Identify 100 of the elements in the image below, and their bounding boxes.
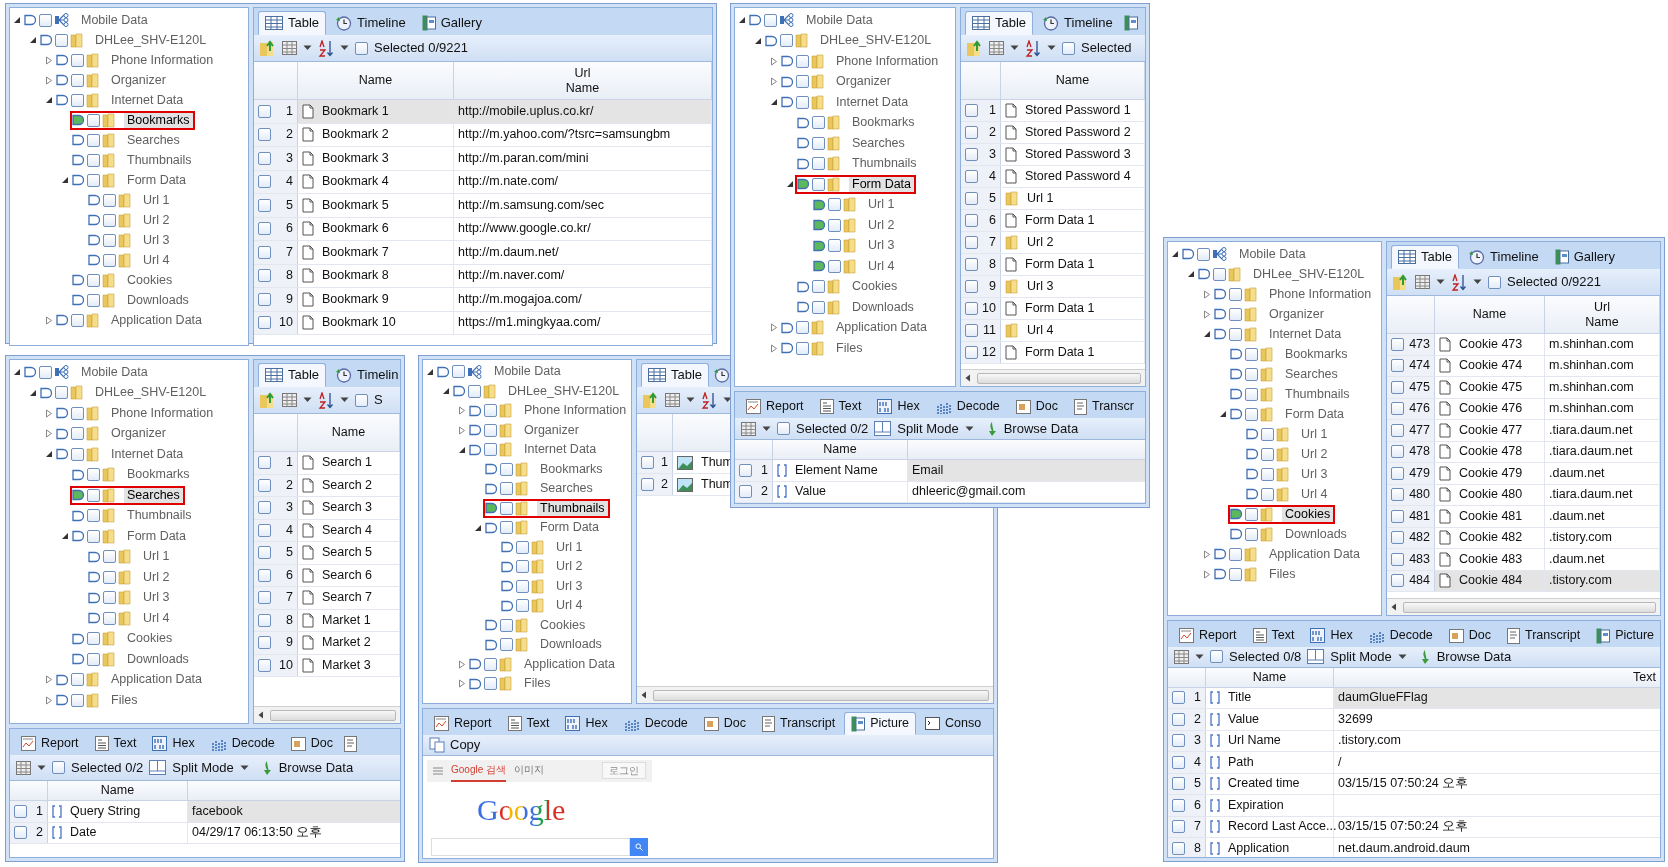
tree-item[interactable]: Downloads	[1282, 526, 1350, 542]
tree-item[interactable]: DHLee_SHV-E120L	[1250, 266, 1368, 282]
checkbox[interactable]	[812, 116, 825, 130]
tree-item[interactable]: Thumbnails	[124, 508, 195, 524]
tree-item[interactable]: Url 4	[140, 252, 173, 268]
checkbox[interactable]	[87, 113, 100, 127]
checkbox[interactable]	[39, 13, 52, 27]
tab[interactable]: Table	[258, 363, 327, 387]
checkbox[interactable]	[103, 591, 116, 605]
tree-item[interactable]: Application Data	[833, 320, 931, 336]
checkbox[interactable]	[71, 406, 84, 420]
checkbox[interactable]	[1391, 552, 1404, 566]
checkbox[interactable]	[52, 761, 65, 774]
horizontal-scrollbar[interactable]	[1387, 598, 1660, 615]
tree-item[interactable]: Downloads	[124, 292, 192, 308]
checkbox[interactable]	[103, 213, 116, 227]
checkbox[interactable]	[641, 478, 654, 491]
checkbox[interactable]	[1229, 567, 1242, 581]
tree-item[interactable]: Application Data	[1266, 546, 1364, 562]
tree-item[interactable]: Thumbnails	[537, 500, 608, 516]
checkbox[interactable]	[355, 393, 368, 407]
tree-item[interactable]: Downloads	[124, 651, 192, 667]
tree-item[interactable]: Mobile Data	[1236, 246, 1309, 262]
tab[interactable]: Table	[641, 363, 710, 387]
checkbox[interactable]	[828, 259, 841, 273]
checkbox[interactable]	[1391, 380, 1404, 394]
folder-up-icon[interactable]	[965, 39, 983, 57]
tree-item[interactable]: DHLee_SHV-E120L	[505, 383, 623, 399]
tree-item[interactable]: Url 4	[140, 610, 173, 626]
caret-icon[interactable]	[37, 764, 46, 771]
checkbox[interactable]	[1391, 337, 1404, 351]
horizontal-scrollbar[interactable]	[961, 369, 1145, 386]
tab[interactable]: Timelin	[328, 363, 400, 387]
tree-item[interactable]: Url 3	[865, 238, 898, 254]
tab[interactable]: Gallery	[1547, 245, 1622, 269]
checkbox[interactable]	[500, 462, 513, 476]
columns-icon[interactable]	[282, 393, 297, 407]
search-field[interactable]	[431, 837, 630, 856]
checkbox[interactable]	[516, 599, 529, 613]
checkbox[interactable]	[1172, 841, 1185, 855]
caret-icon[interactable]	[1436, 279, 1445, 285]
checkbox[interactable]	[87, 133, 100, 147]
tree-item[interactable]: Internet Data	[108, 92, 187, 108]
checkbox[interactable]	[812, 280, 825, 294]
tab[interactable]: Gallery	[414, 11, 489, 35]
tree-item[interactable]: Form Data	[849, 176, 915, 192]
tree-item[interactable]: Phone Information	[108, 405, 217, 421]
checkbox[interactable]	[965, 126, 978, 139]
checkbox[interactable]	[1172, 777, 1185, 791]
collapse-triangle-icon[interactable]	[426, 367, 434, 376]
checkbox[interactable]	[516, 579, 529, 593]
tab[interactable]: Table	[1391, 245, 1460, 269]
checkbox[interactable]	[452, 365, 465, 379]
checkbox[interactable]	[258, 636, 271, 650]
tree-item[interactable]: Searches	[1282, 366, 1341, 382]
checkbox[interactable]	[1062, 41, 1075, 55]
tab[interactable]: Transcript	[755, 712, 843, 735]
tree-item[interactable]: Files	[1266, 566, 1299, 582]
collapse-triangle-icon[interactable]	[13, 368, 21, 377]
tab[interactable]: Hex	[1303, 624, 1360, 647]
tree-item[interactable]: Cookies	[124, 272, 176, 288]
tree-item[interactable]: Searches	[537, 481, 596, 497]
tree-item[interactable]: Bookmarks	[537, 461, 606, 477]
collapse-triangle-icon[interactable]	[442, 387, 450, 396]
checkbox[interactable]	[258, 658, 271, 672]
checkbox[interactable]	[796, 54, 809, 68]
sort-icon[interactable]	[318, 391, 334, 409]
tab[interactable]: Transcr	[1067, 395, 1141, 418]
checkbox[interactable]	[500, 521, 513, 535]
browse-data-button[interactable]: Browse Data	[278, 757, 354, 778]
columns-icon[interactable]	[1415, 275, 1430, 289]
checkbox[interactable]	[1488, 275, 1501, 289]
tree-item[interactable]: Url 2	[553, 559, 586, 575]
checkbox[interactable]	[258, 501, 271, 515]
checkbox[interactable]	[1213, 267, 1226, 281]
checkbox[interactable]	[14, 804, 27, 818]
checkbox[interactable]	[258, 222, 271, 236]
tab[interactable]: Doc	[1441, 624, 1499, 647]
checkbox[interactable]	[965, 148, 978, 161]
checkbox[interactable]	[258, 245, 271, 259]
caret-icon[interactable]	[303, 45, 312, 51]
checkbox[interactable]	[812, 136, 825, 150]
collapse-triangle-icon[interactable]	[61, 176, 69, 184]
selected-row[interactable]: 1 Query String facebook	[10, 801, 400, 823]
checkbox[interactable]	[1391, 423, 1404, 437]
checkbox[interactable]	[965, 324, 978, 337]
horizontal-scrollbar[interactable]	[637, 686, 993, 703]
column-header[interactable]: Name	[357, 73, 394, 88]
selected-row[interactable]: 1 Element Name Email	[735, 460, 1145, 482]
folder-up-icon[interactable]	[258, 39, 276, 57]
checkbox[interactable]	[258, 175, 271, 189]
checkbox[interactable]	[780, 34, 793, 48]
tree-item[interactable]: Form Data	[124, 528, 190, 544]
tree-item[interactable]: Url 1	[1298, 426, 1331, 442]
checkbox[interactable]	[258, 568, 271, 582]
split-mode-button[interactable]: Split Mode	[172, 757, 234, 778]
tab[interactable]: Text	[87, 732, 144, 755]
caret-icon[interactable]	[1010, 45, 1019, 51]
checkbox[interactable]	[468, 384, 481, 398]
checkbox[interactable]	[641, 456, 654, 469]
